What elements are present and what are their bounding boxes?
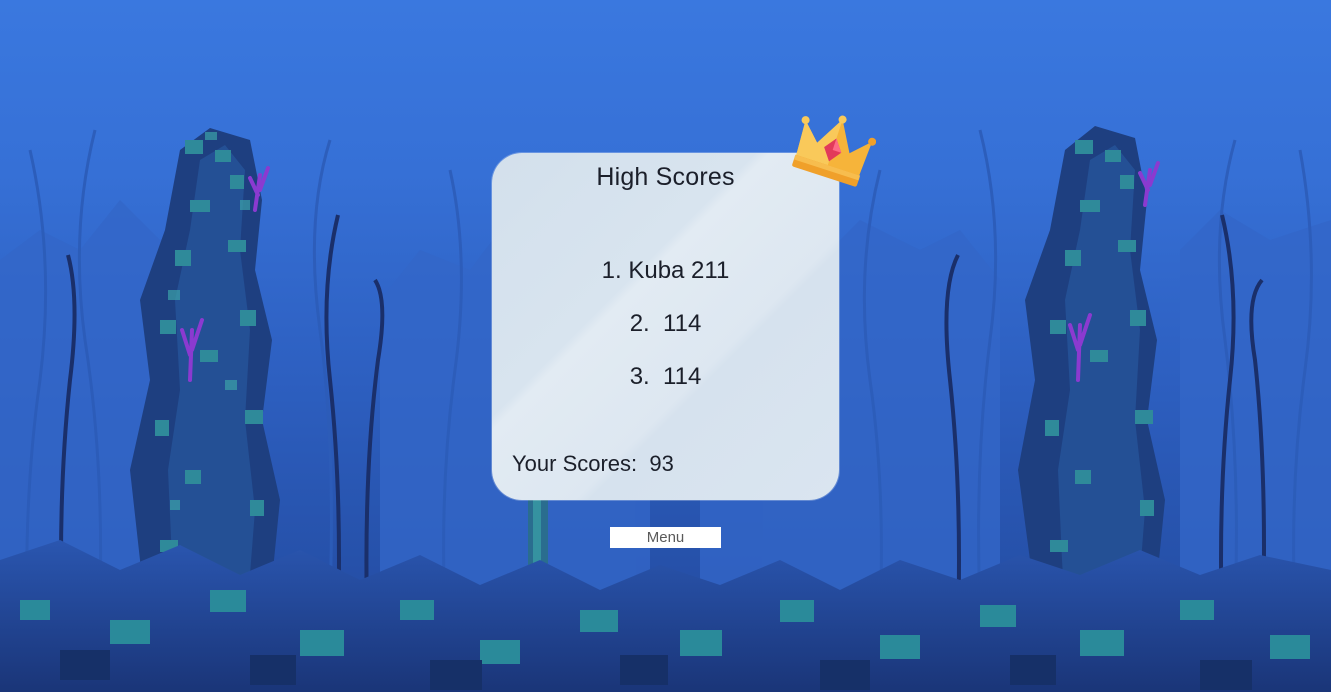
high-scores-panel: High Scores 1. Kuba 211 2. 114 3. 114 Yo… (492, 153, 839, 500)
high-score-entry-3: 3. 114 (629, 363, 702, 390)
menu-button[interactable]: Menu (610, 527, 721, 548)
high-scores-title: High Scores (596, 163, 735, 191)
high-score-entry-2: 2. 114 (629, 310, 702, 337)
your-score-label: Your Scores: 93 (512, 451, 674, 476)
high-score-entry-1: 1. Kuba 211 (601, 257, 730, 284)
crown-icon (792, 115, 876, 187)
